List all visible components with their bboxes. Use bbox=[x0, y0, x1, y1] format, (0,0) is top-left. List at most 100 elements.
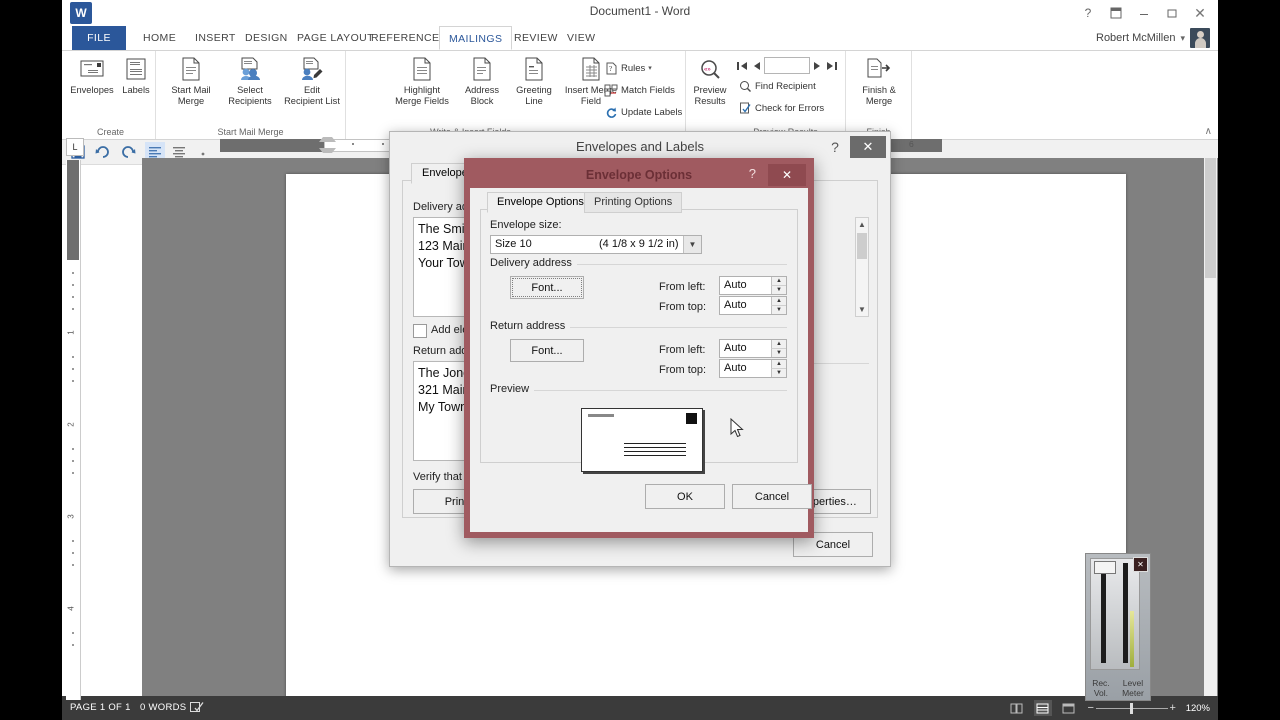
ribbon-button-rules[interactable]: ? Rules ▾ bbox=[604, 59, 652, 77]
redo-icon[interactable] bbox=[118, 142, 138, 162]
scroll-up-icon[interactable]: ▲ bbox=[856, 218, 868, 231]
envelope-size-combobox[interactable]: Size 10 (4 1/8 x 9 1/2 in) ▼ bbox=[490, 235, 702, 254]
zoom-level[interactable]: 120% bbox=[1186, 703, 1210, 714]
close-icon[interactable]: ✕ bbox=[1186, 2, 1214, 24]
collapse-ribbon-icon[interactable]: ∧ bbox=[1205, 126, 1212, 137]
spin-down-icon[interactable]: ▼ bbox=[771, 369, 786, 377]
spinner-buttons: ▲ ▼ bbox=[771, 297, 786, 314]
chevron-down-icon[interactable]: ▾ bbox=[1180, 33, 1185, 44]
help-icon[interactable]: ? bbox=[749, 166, 756, 181]
ribbon-button-finish-and-merge[interactable]: Finish & Merge bbox=[850, 55, 908, 106]
ribbon-button-start-mail-merge[interactable]: Start Mail Merge bbox=[162, 55, 220, 106]
vertical-ruler[interactable]: 1 2 3 4 bbox=[66, 160, 81, 700]
close-icon[interactable]: ✕ bbox=[768, 164, 806, 186]
first-record-icon[interactable] bbox=[736, 60, 748, 72]
ribbon-button-check-for-errors[interactable]: Check for Errors bbox=[738, 99, 824, 117]
delivery-from-left-spinner[interactable]: Auto ▲ ▼ bbox=[719, 276, 787, 295]
spin-down-icon[interactable]: ▼ bbox=[771, 349, 786, 357]
return-font-button[interactable]: Font... bbox=[510, 339, 584, 362]
ribbon-button-greeting-line[interactable]: Greeting Line bbox=[506, 55, 562, 106]
ruler-left-margin bbox=[220, 139, 324, 152]
record-navigator bbox=[736, 57, 838, 74]
return-from-top-spinner[interactable]: Auto ▲ ▼ bbox=[719, 359, 787, 378]
return-from-left-spinner[interactable]: Auto ▲ ▼ bbox=[719, 339, 787, 358]
next-record-icon[interactable] bbox=[813, 60, 823, 72]
recorder-panel bbox=[1090, 558, 1140, 670]
tab-mailings[interactable]: MAILINGS bbox=[439, 26, 513, 50]
spin-up-icon[interactable]: ▲ bbox=[771, 297, 786, 306]
close-icon[interactable]: ✕ bbox=[850, 136, 886, 158]
status-bar: PAGE 1 OF 1 0 WORDS − + 120% bbox=[62, 696, 1218, 720]
ribbon-display-options-icon[interactable] bbox=[1102, 2, 1130, 24]
status-word-count[interactable]: 0 WORDS bbox=[140, 702, 186, 713]
ribbon-button-update-labels[interactable]: Update Labels bbox=[604, 103, 682, 121]
tab-home[interactable]: HOME bbox=[134, 26, 185, 50]
help-icon[interactable]: ? bbox=[824, 136, 846, 158]
envelope-size-value: Size 10 bbox=[495, 238, 532, 250]
tab-printing-options[interactable]: Printing Options bbox=[584, 192, 683, 213]
ribbon-button-labels[interactable]: Labels bbox=[110, 55, 162, 96]
chevron-down-icon[interactable]: ▼ bbox=[683, 236, 701, 253]
close-icon[interactable]: ✕ bbox=[1133, 557, 1148, 572]
spin-up-icon[interactable]: ▲ bbox=[771, 277, 786, 286]
preview-return-address-bar bbox=[588, 414, 614, 417]
ribbon-button-find-recipient[interactable]: Find Recipient bbox=[738, 77, 816, 95]
ribbon-button-address-block[interactable]: Address Block bbox=[454, 55, 510, 106]
cancel-button[interactable]: Cancel bbox=[732, 484, 812, 509]
first-line-indent-marker[interactable] bbox=[319, 137, 336, 142]
ribbon-button-edit-recipient-list[interactable]: Edit Recipient List bbox=[280, 55, 344, 106]
hanging-indent-marker[interactable] bbox=[319, 148, 336, 153]
rec-volume-track[interactable] bbox=[1101, 567, 1106, 663]
rec-volume-knob[interactable] bbox=[1094, 561, 1116, 574]
window-controls: ? ✕ bbox=[1074, 2, 1214, 24]
tab-file[interactable]: FILE bbox=[72, 26, 126, 50]
user-account-area[interactable]: Robert McMillen ▾ bbox=[1096, 28, 1210, 48]
minimize-icon[interactable] bbox=[1130, 2, 1158, 24]
vruler-number-3: 3 bbox=[66, 514, 76, 519]
last-record-icon[interactable] bbox=[826, 60, 838, 72]
scrollbar-thumb[interactable] bbox=[857, 233, 867, 259]
ribbon-group-start-mail-merge: Start Mail Merge Select Recipients Edit … bbox=[156, 51, 346, 139]
record-number-input[interactable] bbox=[764, 57, 810, 74]
scrollbar-thumb[interactable] bbox=[1205, 158, 1216, 278]
ribbon-button-select-recipients[interactable]: Select Recipients bbox=[218, 55, 282, 106]
zoom-out-button[interactable]: − bbox=[1086, 702, 1096, 714]
zoom-handle[interactable] bbox=[1129, 702, 1133, 714]
zoom-in-button[interactable]: + bbox=[1168, 702, 1178, 714]
print-layout-icon[interactable] bbox=[1033, 700, 1052, 716]
ok-button[interactable]: OK bbox=[645, 484, 725, 509]
help-icon[interactable]: ? bbox=[1074, 2, 1102, 24]
add-electronic-postage-checkbox[interactable] bbox=[413, 324, 427, 338]
restore-icon[interactable] bbox=[1158, 2, 1186, 24]
tab-stop-selector[interactable]: L bbox=[66, 138, 84, 156]
window-title: Document1 - Word bbox=[589, 4, 691, 18]
web-layout-icon[interactable] bbox=[1060, 700, 1078, 716]
tab-envelope-options[interactable]: Envelope Options bbox=[487, 192, 594, 213]
scroll-down-icon[interactable]: ▼ bbox=[856, 303, 868, 316]
spin-down-icon[interactable]: ▼ bbox=[771, 286, 786, 294]
spin-up-icon[interactable]: ▲ bbox=[771, 360, 786, 369]
undo-icon[interactable] bbox=[93, 142, 113, 162]
zoom-slider[interactable]: − + bbox=[1086, 701, 1178, 715]
status-page-info[interactable]: PAGE 1 OF 1 bbox=[70, 702, 131, 713]
ribbon-button-preview-results-label: Preview Results bbox=[693, 85, 727, 106]
ribbon-button-highlight-merge-fields[interactable]: Highlight Merge Fields bbox=[388, 55, 456, 106]
spin-down-icon[interactable]: ▼ bbox=[771, 306, 786, 314]
recorder-widget[interactable]: ✕ Rec. Vol. Level Meter bbox=[1085, 553, 1151, 701]
start-mail-merge-icon bbox=[162, 55, 220, 83]
svg-text:?: ? bbox=[609, 65, 612, 73]
read-mode-icon[interactable] bbox=[1008, 700, 1026, 716]
spin-up-icon[interactable]: ▲ bbox=[771, 340, 786, 349]
vertical-scrollbar[interactable] bbox=[1204, 158, 1217, 696]
preview-results-icon: «» bbox=[686, 55, 734, 83]
ribbon-button-match-fields[interactable]: Match Fields bbox=[604, 81, 675, 99]
chevron-down-icon[interactable]: ▾ bbox=[648, 64, 652, 72]
proofing-icon[interactable] bbox=[190, 702, 204, 713]
ribbon-button-preview-results[interactable]: «» Preview Results bbox=[686, 55, 734, 106]
delivery-address-scrollbar[interactable]: ▲ ▼ bbox=[855, 217, 869, 317]
previous-record-icon[interactable] bbox=[751, 60, 761, 72]
tab-view[interactable]: VIEW bbox=[558, 26, 604, 50]
avatar[interactable] bbox=[1190, 28, 1210, 48]
delivery-font-button[interactable]: Font... bbox=[510, 276, 584, 299]
delivery-from-top-spinner[interactable]: Auto ▲ ▼ bbox=[719, 296, 787, 315]
